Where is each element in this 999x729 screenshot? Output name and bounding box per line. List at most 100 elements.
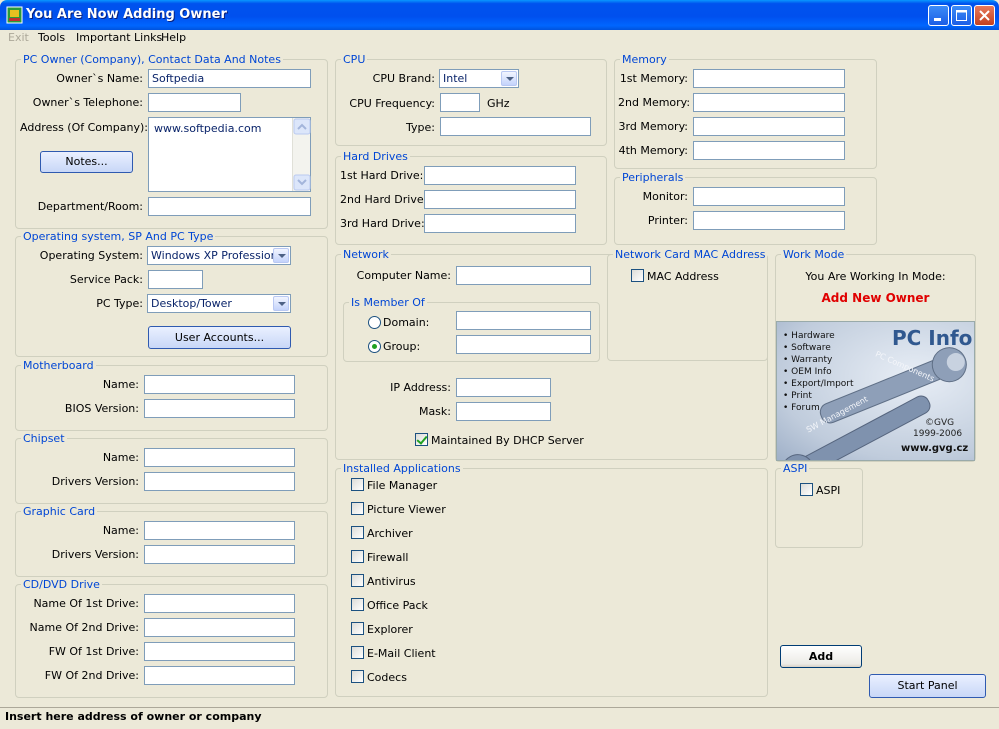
motherboard-name-input[interactable]: [144, 375, 295, 394]
app-checkbox[interactable]: [351, 478, 364, 491]
menu-tools[interactable]: Tools: [38, 31, 65, 44]
address-scrollbar[interactable]: [292, 118, 311, 191]
chipset-name-input[interactable]: [144, 448, 295, 467]
monitor-input[interactable]: [693, 187, 845, 206]
memory-3-input[interactable]: [693, 117, 845, 136]
dhcp-checkbox[interactable]: [415, 433, 428, 446]
app-icon[interactable]: [6, 6, 23, 24]
app-checkbox-label: Explorer: [367, 623, 413, 636]
chevron-down-icon[interactable]: [273, 296, 289, 311]
cpu-brand-select[interactable]: Intel: [439, 69, 519, 88]
operating-system-select[interactable]: Windows XP Professional: [147, 246, 291, 265]
pc-type-label: PC Type:: [96, 297, 143, 310]
notes-button[interactable]: Notes...: [40, 151, 133, 173]
app-checkbox[interactable]: [351, 622, 364, 635]
peripherals-group-label: Peripherals: [620, 171, 686, 184]
aspi-group: [775, 468, 863, 548]
group-input[interactable]: [456, 335, 591, 354]
memory-1-input[interactable]: [693, 69, 845, 88]
drive1-name-input[interactable]: [144, 594, 295, 613]
operating-system-label: Operating System:: [39, 249, 143, 262]
ip-address-input[interactable]: [456, 378, 551, 397]
address-label: Address (Of Company):: [20, 121, 148, 134]
owner-telephone-input[interactable]: [148, 93, 241, 112]
app-checkbox-label: File Manager: [367, 479, 438, 492]
app-checkbox[interactable]: [351, 550, 364, 563]
hard-drive-2-input[interactable]: [424, 190, 576, 209]
address-textarea[interactable]: www.softpedia.com: [148, 117, 311, 192]
aspi-checkbox-label: ASPI: [816, 484, 841, 497]
hard-drive-3-input[interactable]: [424, 214, 576, 233]
memory-3-label: 3rd Memory:: [618, 120, 688, 133]
cpu-frequency-unit: GHz: [487, 97, 510, 110]
pc-type-select[interactable]: Desktop/Tower: [147, 294, 291, 313]
app-checkbox-label: Picture Viewer: [367, 503, 446, 516]
service-pack-input[interactable]: [148, 270, 203, 289]
app-checkbox-label: Archiver: [367, 527, 413, 540]
drive1-fw-input[interactable]: [144, 642, 295, 661]
owner-name-input[interactable]: Softpedia: [148, 69, 311, 88]
chevron-down-icon[interactable]: [501, 71, 517, 86]
minimize-button[interactable]: [928, 5, 949, 26]
cpu-type-input[interactable]: [440, 117, 591, 136]
memory-4-label: 4th Memory:: [618, 144, 688, 157]
member-of-group-label: Is Member Of: [349, 296, 427, 309]
graphic-name-input[interactable]: [144, 521, 295, 540]
logo-years: 1999-2006: [913, 429, 963, 439]
menu-exit[interactable]: Exit: [8, 31, 29, 44]
department-input[interactable]: [148, 197, 311, 216]
domain-radio-label: Domain:: [383, 316, 430, 329]
cpu-frequency-input[interactable]: [440, 93, 480, 112]
aspi-checkbox[interactable]: [800, 483, 813, 496]
mask-input[interactable]: [456, 402, 551, 421]
chipset-drivers-input[interactable]: [144, 472, 295, 491]
add-button[interactable]: Add: [780, 645, 862, 668]
app-checkbox[interactable]: [351, 670, 364, 683]
printer-input[interactable]: [693, 211, 845, 230]
chipset-name-label: Name:: [102, 451, 139, 464]
group-radio-label: Group:: [383, 340, 421, 353]
domain-input[interactable]: [456, 311, 591, 330]
chipset-drivers-label: Drivers Version:: [51, 475, 139, 488]
graphic-drivers-input[interactable]: [144, 545, 295, 564]
cpu-type-label: Type:: [406, 121, 435, 134]
owner-telephone-label: Owner`s Telephone:: [32, 96, 143, 109]
graphic-card-group-label: Graphic Card: [21, 505, 98, 518]
ip-address-label: IP Address:: [390, 381, 451, 394]
mac-address-checkbox[interactable]: [631, 269, 644, 282]
drive2-name-input[interactable]: [144, 618, 295, 637]
owner-name-label: Owner`s Name:: [56, 72, 143, 85]
computer-name-input[interactable]: [456, 266, 591, 285]
bios-version-input[interactable]: [144, 399, 295, 418]
start-panel-button[interactable]: Start Panel: [869, 674, 986, 698]
group-radio[interactable]: [368, 340, 381, 353]
logo-feature: • Hardware: [783, 331, 835, 341]
memory-4-input[interactable]: [693, 141, 845, 160]
mac-address-group-label: Network Card MAC Address: [613, 248, 768, 261]
mask-label: Mask:: [418, 405, 451, 418]
memory-2-input[interactable]: [693, 93, 845, 112]
maximize-icon: [956, 10, 967, 21]
app-checkbox[interactable]: [351, 646, 364, 659]
app-checkbox[interactable]: [351, 598, 364, 611]
installed-apps-group-label: Installed Applications: [341, 462, 463, 475]
app-checkbox[interactable]: [351, 502, 364, 515]
drive2-fw-label: FW Of 2nd Drive:: [44, 669, 139, 682]
maximize-button[interactable]: [951, 5, 972, 26]
user-accounts-button[interactable]: User Accounts...: [148, 326, 291, 349]
hard-drive-1-input[interactable]: [424, 166, 576, 185]
drive1-fw-label: FW Of 1st Drive:: [48, 645, 139, 658]
cpu-group-label: CPU: [341, 53, 368, 66]
close-button[interactable]: [974, 5, 995, 26]
logo-feature: • Export/Import: [783, 379, 854, 389]
cpu-brand-label: CPU Brand:: [372, 72, 435, 85]
logo-copyright: ©GVG: [925, 418, 955, 428]
menu-help[interactable]: Help: [161, 31, 186, 44]
app-checkbox[interactable]: [351, 574, 364, 587]
domain-radio[interactable]: [368, 316, 381, 329]
menu-important-links[interactable]: Important Links: [76, 31, 162, 44]
drive2-fw-input[interactable]: [144, 666, 295, 685]
chevron-down-icon[interactable]: [273, 248, 289, 263]
app-checkbox[interactable]: [351, 526, 364, 539]
drive1-name-label: Name Of 1st Drive:: [33, 597, 139, 610]
